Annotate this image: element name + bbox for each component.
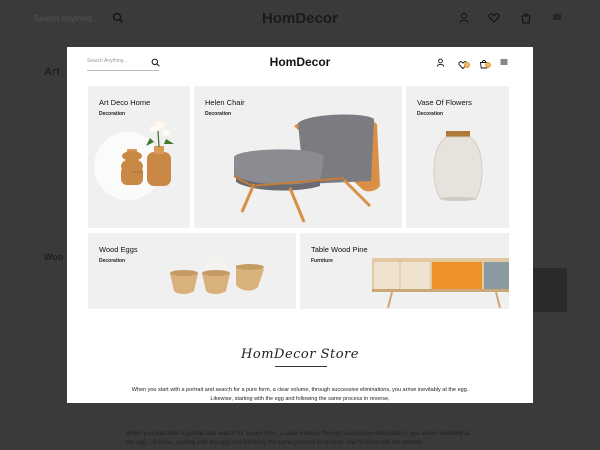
category-card-table-wood-pine[interactable]: Table Wood Pine Furniture (300, 233, 509, 309)
background-heading-2: Woo (44, 252, 64, 262)
vases-image (94, 121, 174, 200)
user-icon[interactable] (436, 58, 445, 67)
user-icon (459, 13, 469, 24)
store-signature-underline (275, 366, 327, 367)
background-header-icons (458, 12, 562, 24)
store-description: When you start with a portrait and searc… (131, 387, 469, 402)
wood-eggs-image (170, 252, 264, 294)
search-icon (112, 12, 123, 23)
menu-icon[interactable] (500, 58, 508, 66)
store-signature-logo: HomDecor Store (241, 347, 359, 362)
category-card-helen-chair[interactable]: Helen Chair Decoration (194, 86, 402, 228)
heart-icon (488, 13, 500, 23)
cart-icon (521, 13, 531, 24)
menu-icon (553, 14, 561, 20)
category-card-wood-eggs[interactable]: Wood Eggs Decoration (88, 233, 296, 309)
background-search-input: Search Anything... (34, 14, 99, 23)
sideboard-image (372, 258, 509, 309)
background-header: Search Anything... HomDecor (0, 0, 600, 40)
chair-image (233, 114, 380, 223)
cart-button[interactable]: 0 (479, 56, 491, 69)
wishlist-count-badge: 0 (464, 62, 470, 68)
background-image-block (533, 268, 567, 312)
category-card-vase-of-flowers[interactable]: Vase Of Flowers Decoration (406, 86, 509, 228)
quick-view-modal: Search Anything... HomDecor 0 0 Art Deco… (67, 47, 533, 403)
background-paragraph: When you start with a portrait and searc… (126, 431, 470, 446)
vase-image (433, 131, 483, 201)
wishlist-button[interactable]: 0 (458, 57, 470, 70)
background-logo: HomDecor (262, 10, 338, 27)
category-card-art-deco-home[interactable]: Art Deco Home Decoration (88, 86, 190, 228)
cart-count-badge: 0 (485, 62, 491, 68)
background-heading-1: Art (44, 66, 60, 78)
